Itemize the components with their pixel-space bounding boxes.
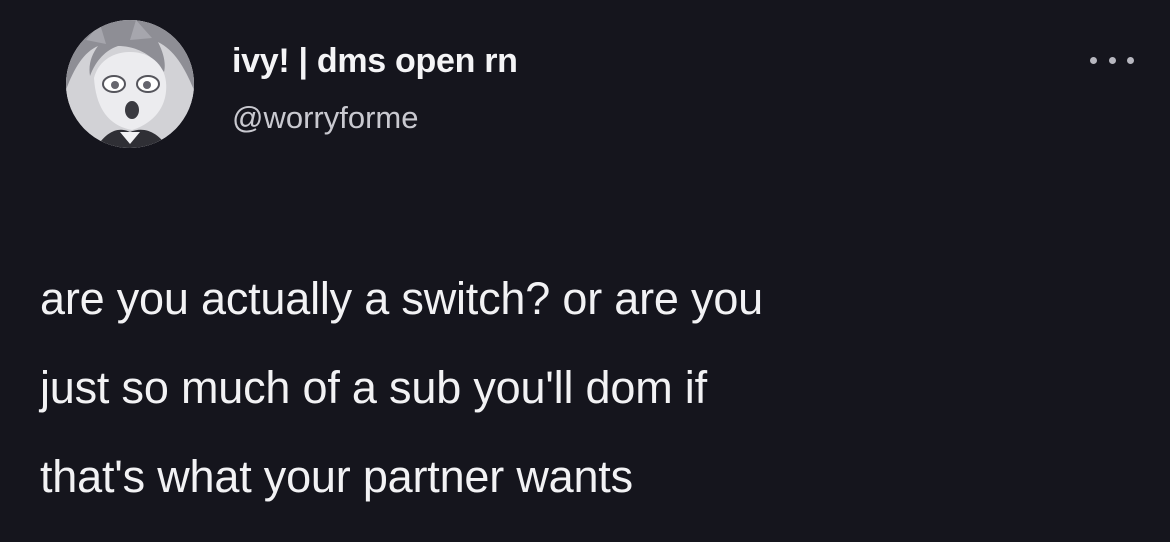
more-dot-2	[1108, 56, 1116, 64]
tweet-text-line: just so much of a sub you'll dom if	[40, 362, 707, 413]
tweet-text: are you actually a switch? or are you ju…	[40, 254, 1140, 521]
display-name[interactable]: ivy! | dms open rn	[232, 42, 518, 81]
tweet-text-line: are you actually a switch? or are you	[40, 273, 763, 324]
tweet-card: ivy! | dms open rn @worryforme are you a…	[0, 0, 1170, 542]
tweet-text-line: that's what your partner wants	[40, 451, 633, 502]
avatar[interactable]	[66, 20, 194, 148]
more-dot-1	[1090, 56, 1097, 64]
avatar-image	[66, 20, 194, 148]
more-dot-3	[1127, 56, 1134, 64]
more-options-icon[interactable]	[1090, 48, 1134, 72]
user-handle[interactable]: @worryforme	[232, 100, 418, 136]
